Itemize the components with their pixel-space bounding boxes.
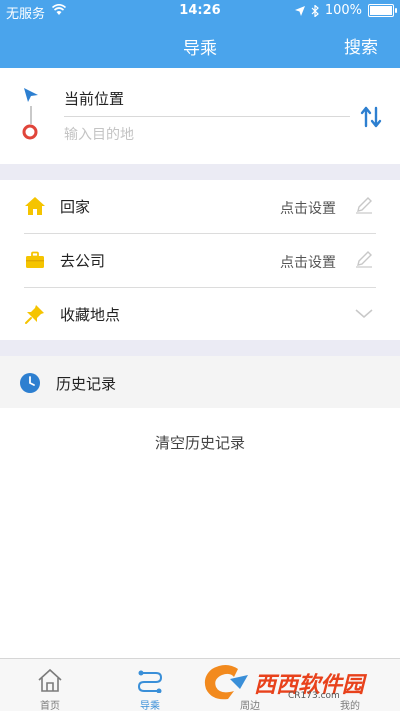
work-row[interactable]: 去公司 点击设置	[0, 234, 400, 287]
work-set-link[interactable]: 点击设置	[280, 252, 336, 272]
origin-arrow-icon	[24, 88, 38, 102]
top-bar: 无服务 14:26 100% 导乘 搜索	[0, 0, 400, 68]
section-gap	[0, 164, 400, 180]
edit-icon[interactable]	[354, 249, 374, 269]
destination-marker-icon	[22, 124, 38, 140]
clock-icon	[20, 373, 40, 393]
swap-icon[interactable]	[358, 104, 384, 130]
edit-icon[interactable]	[354, 195, 374, 215]
page-title: 导乘	[183, 39, 217, 59]
route-divider	[64, 116, 350, 117]
battery-percent: 100%	[324, 3, 362, 18]
home-row[interactable]: 回家 点击设置	[0, 180, 400, 233]
section-gap	[0, 340, 400, 356]
route-connector	[30, 106, 32, 124]
status-right: 100%	[294, 3, 397, 18]
search-button[interactable]: 搜索	[344, 33, 378, 58]
tab-bar: 首页 导乘 周边 我的 西西软件园 CR173.com	[0, 658, 400, 712]
favorites-label: 收藏地点	[60, 306, 121, 324]
watermark: 西西软件园 CR173.com	[200, 663, 378, 703]
home-set-link[interactable]: 点击设置	[280, 198, 336, 218]
tab-home[interactable]: 首页	[0, 659, 100, 712]
route-panel: 当前位置	[0, 68, 400, 164]
watermark-url: CR173.com	[288, 691, 340, 701]
pin-icon	[25, 305, 44, 324]
route-icon	[137, 670, 163, 693]
home-icon	[25, 197, 45, 215]
home-label: 回家	[60, 198, 91, 216]
origin-field[interactable]: 当前位置	[64, 88, 124, 109]
home-outline-icon	[38, 668, 62, 692]
bluetooth-icon	[311, 4, 319, 17]
location-arrow-icon	[294, 5, 305, 16]
status-bar: 无服务 14:26 100%	[0, 0, 400, 22]
destination-input[interactable]	[64, 124, 344, 146]
favorites-row[interactable]: 收藏地点	[0, 288, 400, 341]
watermark-logo-icon	[204, 665, 248, 700]
clear-history-button[interactable]: 清空历史记录	[0, 432, 400, 453]
history-header: 历史记录	[0, 356, 400, 408]
battery-icon	[368, 4, 397, 17]
work-label: 去公司	[60, 252, 106, 270]
tab-guide[interactable]: 导乘	[100, 659, 200, 712]
chevron-down-icon[interactable]	[354, 308, 374, 320]
history-title: 历史记录	[56, 375, 117, 393]
briefcase-icon	[26, 251, 44, 268]
